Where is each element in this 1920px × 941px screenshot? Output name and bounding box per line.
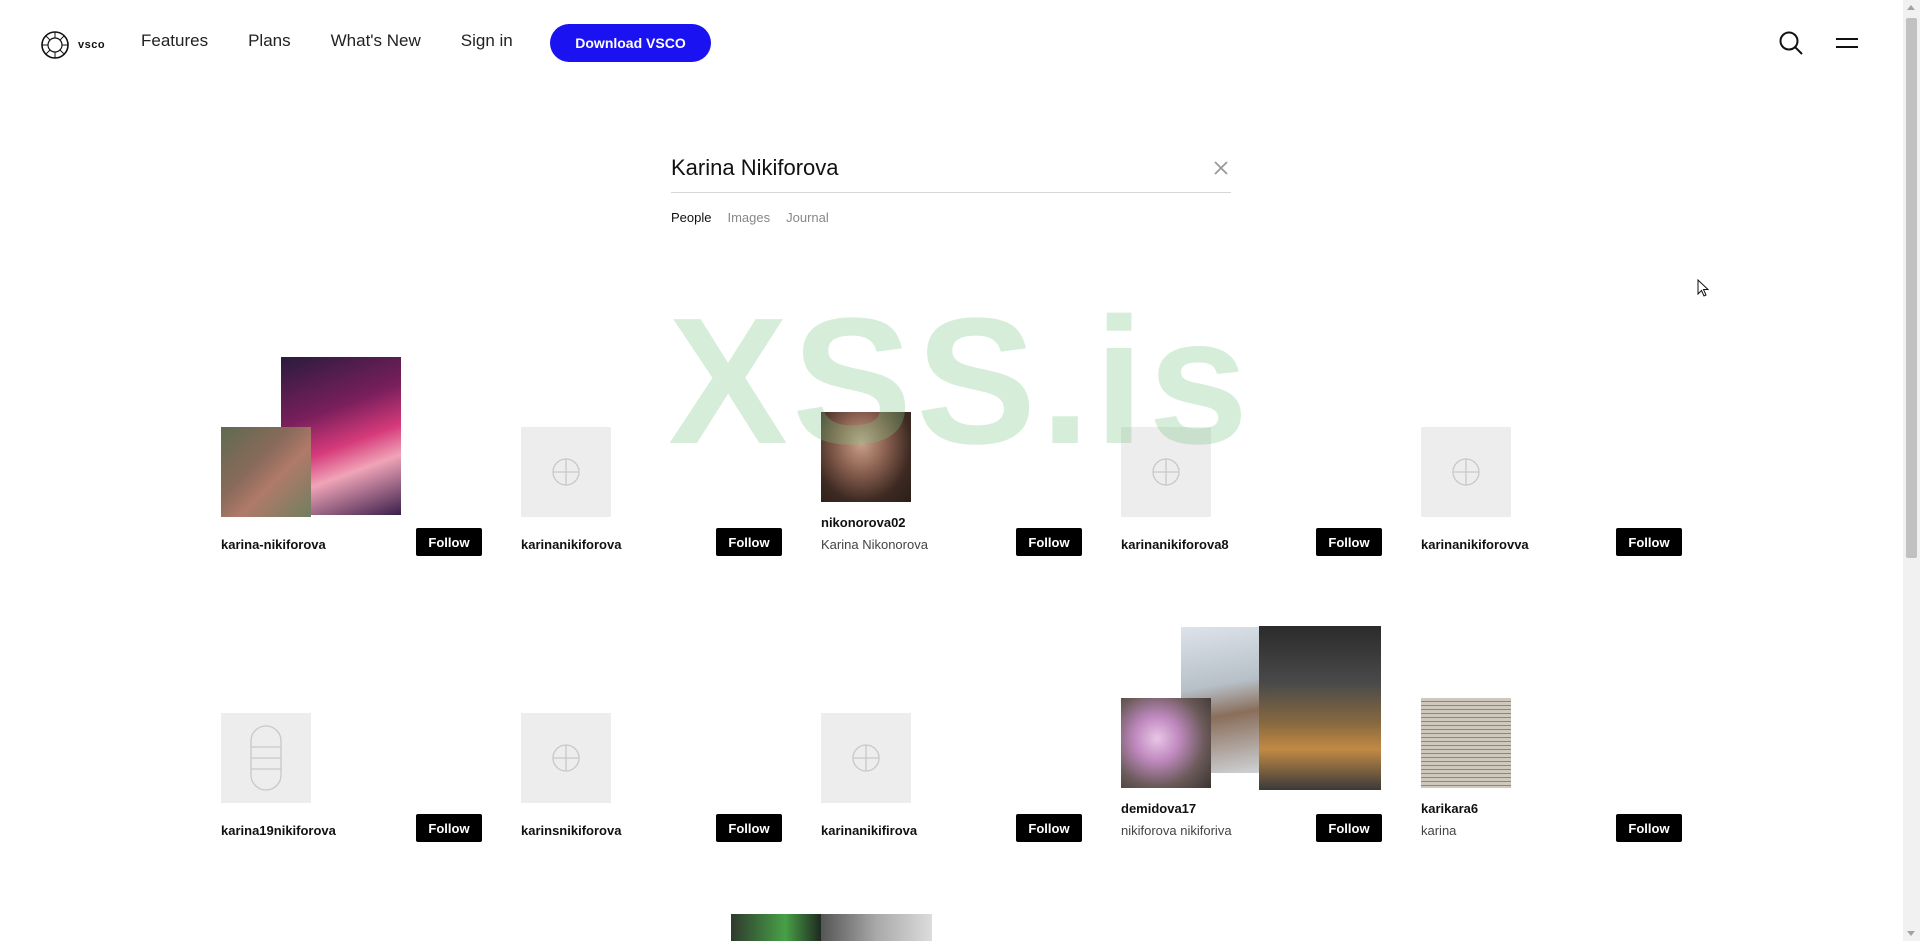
result-card: nikonorova02 Karina Nikonorova Follow xyxy=(821,357,1082,587)
scrollbar-thumb[interactable] xyxy=(1906,18,1917,558)
logo-text: vsco xyxy=(78,39,106,51)
follow-button[interactable]: Follow xyxy=(1016,528,1082,556)
placeholder-icon xyxy=(852,744,880,772)
page-scrollbar[interactable] xyxy=(1903,0,1920,941)
follow-button[interactable]: Follow xyxy=(1016,814,1082,842)
avatar-placeholder[interactable] xyxy=(521,427,611,517)
placeholder-icon xyxy=(1152,458,1180,486)
search-icon[interactable] xyxy=(1778,30,1804,56)
username[interactable]: karina-nikiforova xyxy=(221,537,326,552)
avatar-photo[interactable] xyxy=(821,412,911,502)
result-card: karikara6 karina Follow xyxy=(1421,643,1682,873)
mouse-cursor-icon xyxy=(1697,279,1710,297)
vsco-logo[interactable]: vsco xyxy=(40,30,105,60)
search-bar xyxy=(671,150,1231,193)
search-tabs: People Images Journal xyxy=(671,210,829,225)
menu-icon[interactable] xyxy=(1836,35,1858,51)
download-vsco-button[interactable]: Download VSCO xyxy=(550,24,711,62)
avatar-placeholder[interactable] xyxy=(821,713,911,803)
main-nav: Features Plans What's New Sign in xyxy=(141,31,513,51)
nav-plans[interactable]: Plans xyxy=(248,31,291,51)
vsco-logo-icon xyxy=(41,31,69,59)
avatar-photo[interactable] xyxy=(731,914,821,941)
avatar-placeholder[interactable] xyxy=(521,713,611,803)
username[interactable]: nikonorova02 xyxy=(821,515,906,530)
placeholder-icon xyxy=(1452,458,1480,486)
search-input[interactable] xyxy=(671,150,1191,186)
result-card: karina-nikiforova Follow xyxy=(221,357,482,587)
avatar-placeholder[interactable] xyxy=(1121,427,1211,517)
tab-images[interactable]: Images xyxy=(727,210,770,225)
avatar-photo[interactable] xyxy=(1421,698,1511,788)
username[interactable]: karina19nikiforova xyxy=(221,823,336,838)
follow-button[interactable]: Follow xyxy=(716,814,782,842)
close-icon[interactable] xyxy=(1213,160,1229,176)
nav-whats-new[interactable]: What's New xyxy=(331,31,421,51)
username[interactable]: karinanikiforovva xyxy=(1421,537,1529,552)
placeholder-icon xyxy=(552,458,580,486)
result-card: karinanikiforovva Follow xyxy=(1421,357,1682,587)
nav-sign-in[interactable]: Sign in xyxy=(461,31,513,51)
nav-features[interactable]: Features xyxy=(141,31,208,51)
placeholder-icon xyxy=(552,744,580,772)
result-card: karina19nikiforova Follow xyxy=(221,643,482,873)
username[interactable]: karinanikiforova xyxy=(521,537,621,552)
username[interactable]: karinanikifirova xyxy=(821,823,917,838)
follow-button[interactable]: Follow xyxy=(1616,528,1682,556)
follow-button[interactable]: Follow xyxy=(1316,528,1382,556)
avatar-photo[interactable] xyxy=(1259,626,1381,790)
result-card: demidova17 nikiforova nikiforiva Follow xyxy=(1121,626,1382,873)
follow-button[interactable]: Follow xyxy=(1316,814,1382,842)
avatar-photo[interactable] xyxy=(821,914,932,941)
avatar-photo[interactable] xyxy=(1121,698,1211,788)
follow-button[interactable]: Follow xyxy=(716,528,782,556)
display-name: karina xyxy=(1421,823,1457,838)
scroll-up-icon[interactable] xyxy=(1907,5,1915,10)
tab-journal[interactable]: Journal xyxy=(786,210,829,225)
username[interactable]: karinanikiforova8 xyxy=(1121,537,1229,552)
display-name: nikiforova nikiforiva xyxy=(1121,823,1232,838)
avatar-placeholder[interactable] xyxy=(221,713,311,803)
capsule-placeholder-icon xyxy=(250,725,282,791)
avatar-placeholder[interactable] xyxy=(1421,427,1511,517)
username[interactable]: karinsnikiforova xyxy=(521,823,621,838)
follow-button[interactable]: Follow xyxy=(416,528,482,556)
username[interactable]: demidova17 xyxy=(1121,801,1196,816)
result-card: karinanikiforova8 Follow xyxy=(1121,357,1382,587)
result-card: karinsnikiforova Follow xyxy=(521,643,782,873)
result-card: karinanikifirova Follow xyxy=(821,643,1082,873)
display-name: Karina Nikonorova xyxy=(821,537,928,552)
scroll-down-icon[interactable] xyxy=(1907,931,1915,936)
follow-button[interactable]: Follow xyxy=(1616,814,1682,842)
tab-people[interactable]: People xyxy=(671,210,711,225)
follow-button[interactable]: Follow xyxy=(416,814,482,842)
avatar-photo[interactable] xyxy=(221,427,311,517)
result-card: karinanikiforova Follow xyxy=(521,357,782,587)
username[interactable]: karikara6 xyxy=(1421,801,1478,816)
